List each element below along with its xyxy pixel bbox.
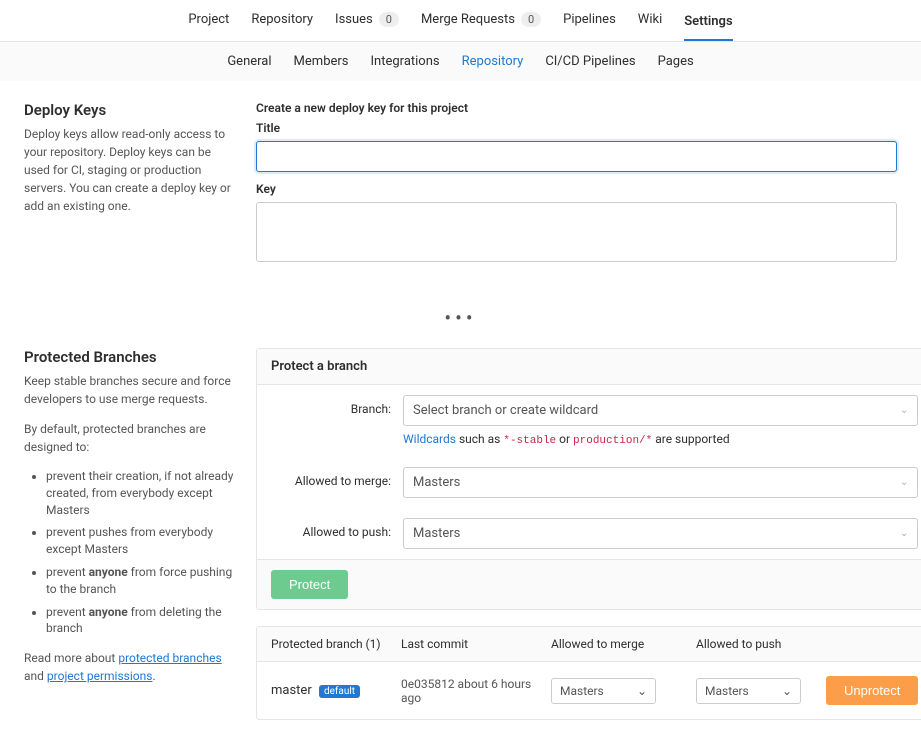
deploy-key-textarea[interactable] <box>256 202 897 262</box>
cell-commit: 0e035812 about 6 hours ago <box>401 677 551 705</box>
protected-branches-section: Protected Branches Keep stable branches … <box>0 348 921 745</box>
deploy-title-label: Title <box>256 121 897 135</box>
branch-select[interactable]: Select branch or create wildcard ⌄ <box>403 395 918 426</box>
protected-branches-sidebar: Protected Branches Keep stable branches … <box>24 348 234 736</box>
deploy-keys-main: Create a new deploy key for this project… <box>256 101 897 270</box>
chevron-down-icon: ⌄ <box>900 528 908 539</box>
issues-badge: 0 <box>379 12 399 27</box>
protected-bullets: prevent their creation, if not already c… <box>24 468 234 637</box>
protected-branches-table: Protected branch (1) Last commit Allowed… <box>256 626 921 720</box>
protect-panel-foot: Protect <box>257 559 921 609</box>
th-push: Allowed to push <box>696 637 826 651</box>
nav-settings[interactable]: Settings <box>684 12 732 41</box>
branch-name: master <box>271 683 312 698</box>
project-top-nav: Project Repository Issues 0 Merge Reques… <box>0 0 921 42</box>
link-protected-branches[interactable]: protected branches <box>118 651 221 665</box>
row-allowed-merge-select[interactable]: Masters ⌄ <box>551 678 656 704</box>
nav-repository[interactable]: Repository <box>251 12 313 31</box>
protected-bullet-3: prevent anyone from force pushing to the… <box>46 564 234 598</box>
deploy-keys-desc: Deploy keys allow read-only access to yo… <box>24 125 234 215</box>
protected-branches-main: Protect a branch Branch: Select branch o… <box>256 348 921 736</box>
row-allowed-push-select[interactable]: Masters ⌄ <box>696 678 801 704</box>
cell-push: Masters ⌄ <box>696 678 826 704</box>
th-merge: Allowed to merge <box>551 637 696 651</box>
branch-wildcard-hint: Wildcards such as *-stable or production… <box>403 432 918 447</box>
nav-merge-requests[interactable]: Merge Requests 0 <box>421 12 541 31</box>
allowed-merge-label: Allowed to merge: <box>271 467 391 488</box>
branch-row: Branch: Select branch or create wildcard… <box>257 385 921 457</box>
th-branch: Protected branch (1) <box>271 637 401 651</box>
deploy-keys-title: Deploy Keys <box>24 101 234 119</box>
deploy-title-input[interactable] <box>256 141 897 172</box>
chevron-down-icon: ⌄ <box>782 684 792 698</box>
deploy-keys-section: Deploy Keys Deploy keys allow read-only … <box>0 81 921 280</box>
subnav-general[interactable]: General <box>227 54 271 69</box>
branch-label: Branch: <box>271 395 391 416</box>
subnav-pages[interactable]: Pages <box>658 54 694 69</box>
allowed-push-value: Masters <box>413 526 460 541</box>
protected-bullet-4: prevent anyone from deleting the branch <box>46 604 234 638</box>
nav-wiki[interactable]: Wiki <box>638 12 662 31</box>
allowed-push-label: Allowed to push: <box>271 518 391 539</box>
cell-branch: master default <box>271 683 401 698</box>
allowed-push-row: Allowed to push: Masters ⌄ <box>257 508 921 559</box>
nav-pipelines[interactable]: Pipelines <box>563 12 616 31</box>
protected-readmore: Read more about protected branches and p… <box>24 649 234 685</box>
protected-desc1: Keep stable branches secure and force de… <box>24 372 234 408</box>
table-header: Protected branch (1) Last commit Allowed… <box>257 627 921 662</box>
allowed-merge-value: Masters <box>413 475 460 490</box>
protected-bullet-2: prevent pushes from everybody except Mas… <box>46 524 234 558</box>
subnav-members[interactable]: Members <box>294 54 349 69</box>
cell-actions: Unprotect <box>826 676 918 705</box>
settings-sub-nav: General Members Integrations Repository … <box>0 42 921 81</box>
allowed-merge-select[interactable]: Masters ⌄ <box>403 467 918 498</box>
cell-merge: Masters ⌄ <box>551 678 696 704</box>
nav-issues[interactable]: Issues 0 <box>335 12 399 31</box>
protect-branch-panel: Protect a branch Branch: Select branch o… <box>256 348 921 610</box>
branch-select-placeholder: Select branch or create wildcard <box>413 403 598 418</box>
chevron-down-icon: ⌄ <box>900 405 908 416</box>
deploy-form-heading: Create a new deploy key for this project <box>256 101 897 115</box>
nav-project[interactable]: Project <box>188 12 229 31</box>
subnav-cicd[interactable]: CI/CD Pipelines <box>545 54 635 69</box>
link-project-permissions[interactable]: project permissions <box>47 669 153 683</box>
deploy-key-label: Key <box>256 182 897 196</box>
chevron-down-icon: ⌄ <box>900 477 908 488</box>
section-separator-icon: ••• <box>0 306 921 330</box>
protected-bullet-1: prevent their creation, if not already c… <box>46 468 234 518</box>
protected-desc2: By default, protected branches are desig… <box>24 420 234 456</box>
merge-requests-badge: 0 <box>521 12 541 27</box>
deploy-keys-sidebar: Deploy Keys Deploy keys allow read-only … <box>24 101 234 270</box>
nav-issues-label: Issues <box>335 12 373 27</box>
protect-branch-panel-head: Protect a branch <box>257 349 921 385</box>
subnav-repository[interactable]: Repository <box>462 54 524 69</box>
subnav-integrations[interactable]: Integrations <box>371 54 440 69</box>
protected-branches-title: Protected Branches <box>24 348 234 366</box>
unprotect-button[interactable]: Unprotect <box>826 676 918 705</box>
table-row: master default 0e035812 about 6 hours ag… <box>257 662 921 719</box>
th-commit: Last commit <box>401 637 551 651</box>
allowed-merge-row: Allowed to merge: Masters ⌄ <box>257 457 921 508</box>
nav-merge-requests-label: Merge Requests <box>421 12 515 27</box>
allowed-push-select[interactable]: Masters ⌄ <box>403 518 918 549</box>
default-badge: default <box>319 685 360 698</box>
chevron-down-icon: ⌄ <box>637 684 647 698</box>
